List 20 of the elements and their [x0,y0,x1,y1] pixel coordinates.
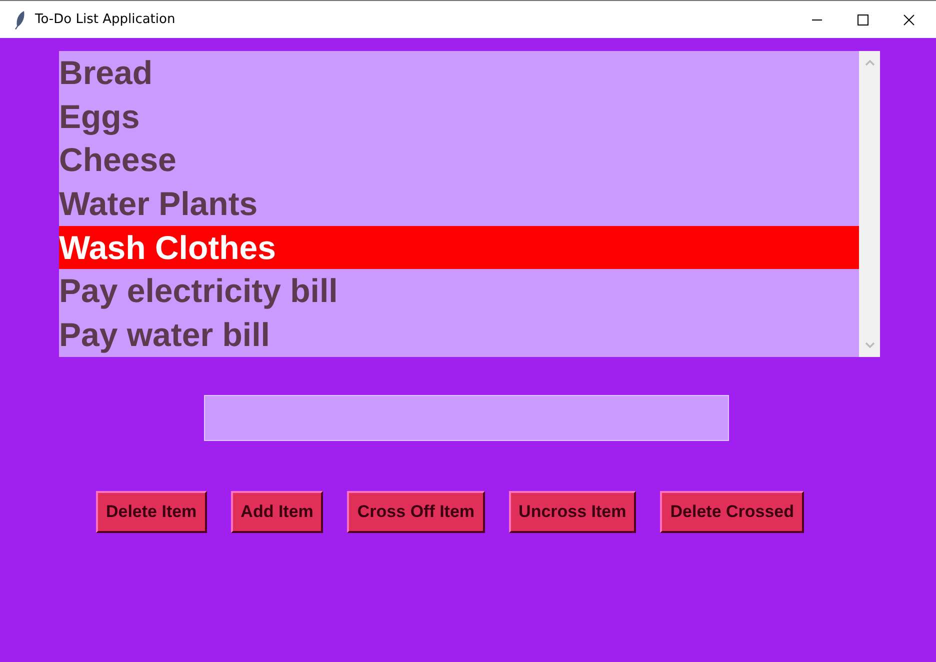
window-title: To-Do List Application [35,12,176,27]
maximize-icon[interactable] [857,14,869,26]
list-item[interactable]: Pay water bill [59,313,859,357]
input-field[interactable] [204,395,728,441]
list-item[interactable]: Cheese [59,138,859,182]
list-item[interactable]: Eggs [59,94,859,138]
list-item[interactable]: Bread [59,51,859,95]
action-button[interactable]: Delete Item [96,491,207,533]
action-button[interactable]: Add Item [230,491,324,533]
scrollbar[interactable] [859,51,880,357]
list-item[interactable]: Pay electricity bill [59,269,859,314]
list-item[interactable]: Water Plants [59,182,859,226]
action-button[interactable]: Cross Off Item [347,491,485,533]
action-button[interactable]: Uncross Item [508,491,636,533]
action-button[interactable]: Delete Crossed [660,491,804,533]
close-icon[interactable] [903,14,915,26]
feather-icon [14,10,26,30]
scroll-up-icon[interactable] [864,59,874,66]
scroll-down-icon[interactable] [864,342,874,349]
list-item[interactable]: Wash Clothes [59,226,859,270]
